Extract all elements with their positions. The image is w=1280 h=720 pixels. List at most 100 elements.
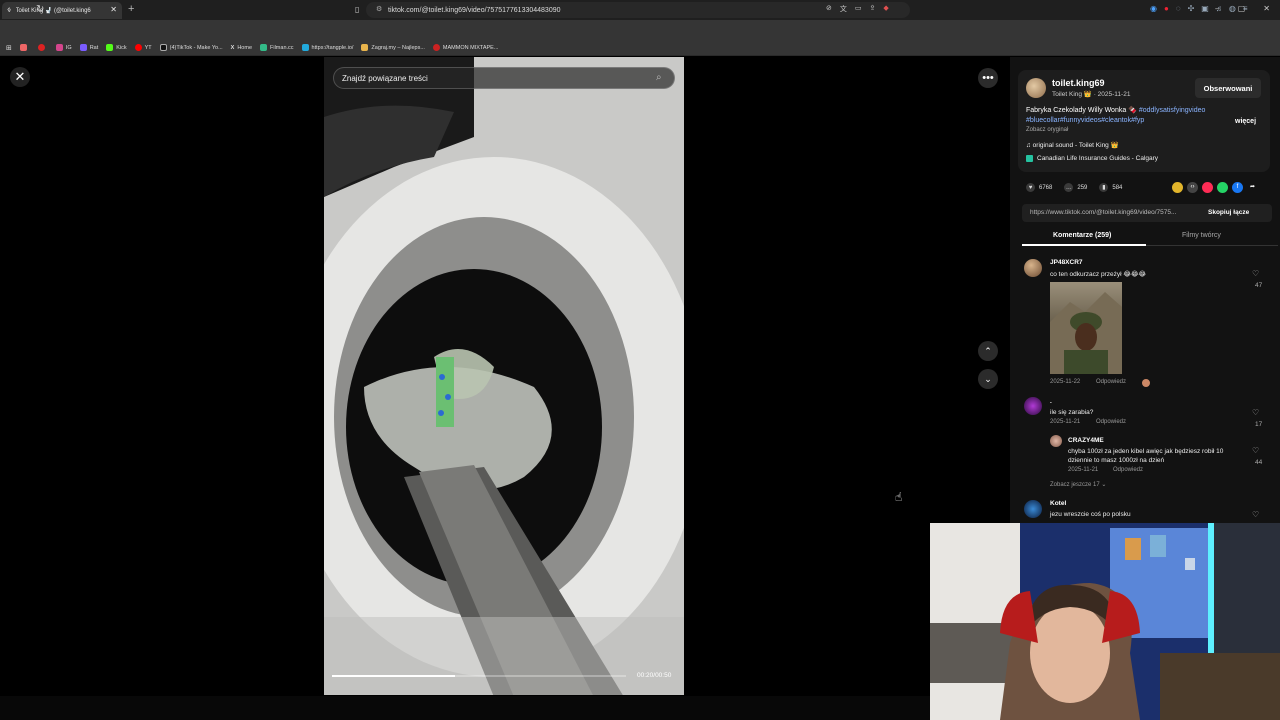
extension-icon[interactable]: ◌ xyxy=(1176,4,1181,13)
share-page-icon[interactable]: ⇪ xyxy=(870,4,876,14)
active-tab-indicator xyxy=(1022,244,1146,246)
creator-avatar[interactable] xyxy=(1026,78,1046,98)
video-progress-bar[interactable] xyxy=(332,675,626,677)
comment-date: 2025-11-21 xyxy=(1068,467,1099,473)
coin-icon[interactable] xyxy=(1172,182,1183,193)
whatsapp-icon[interactable] xyxy=(1217,182,1228,193)
more-dots-icon: ••• xyxy=(982,72,994,84)
site-info-icon[interactable]: ⚙ xyxy=(376,5,382,13)
bookmark-home[interactable]: X Home xyxy=(231,45,252,51)
record-icon[interactable]: ● xyxy=(1164,4,1169,13)
bookmark-filman[interactable]: Filman.cc xyxy=(260,44,294,51)
video-progress-fill xyxy=(332,675,456,677)
avatar[interactable] xyxy=(1024,259,1042,277)
avatar[interactable] xyxy=(1050,435,1062,447)
hashtag-link[interactable]: #bluecollar#funnyvideos#cleantok#fyp xyxy=(1026,117,1144,124)
reply-button[interactable]: Odpowiedz xyxy=(1096,419,1126,425)
heart-outline-icon[interactable]: ♡ xyxy=(1252,446,1259,455)
hashtag-link[interactable]: #oddlysatisfyingvideo xyxy=(1139,107,1206,114)
tab-creator-videos[interactable]: Filmy twórcy xyxy=(1182,232,1221,239)
wallet-icon[interactable]: ◍ xyxy=(1229,4,1236,13)
video-frame xyxy=(324,57,684,695)
browser-tab[interactable]: ♪ Toilet King 🚽 (@toilet.king6 ✕ xyxy=(2,2,122,19)
browser-nav-bar xyxy=(0,20,1280,40)
comment-date: 2025-11-21 xyxy=(1050,419,1081,425)
apps-icon[interactable]: ⊞ xyxy=(6,44,12,52)
more-description-link[interactable]: więcej xyxy=(1235,118,1256,125)
puzzle-icon[interactable]: ✣ xyxy=(1188,4,1195,13)
sidebar-icon[interactable]: ▣ xyxy=(1201,4,1209,13)
bookmark-page-icon[interactable]: ▯ xyxy=(355,5,359,14)
close-tab-icon[interactable]: ✕ xyxy=(110,5,117,14)
comment-gif-image[interactable] xyxy=(1050,282,1122,374)
copy-link-button[interactable]: Skopiuj łącze xyxy=(1208,209,1249,216)
comment-author[interactable]: . xyxy=(1050,398,1052,405)
bookmark-tiktok[interactable]: (4)TikTok - Make Yo... xyxy=(159,44,223,51)
share-arrow-icon[interactable]: ➦ xyxy=(1247,182,1258,193)
close-window-icon[interactable]: ✕ xyxy=(1263,4,1270,13)
extension-icon[interactable]: ◉ xyxy=(1150,4,1157,13)
comment-like-count: 47 xyxy=(1255,282,1263,289)
avatar[interactable] xyxy=(1024,397,1042,415)
bookmark-item[interactable] xyxy=(37,44,48,51)
tab-comments[interactable]: Komentarze (259) xyxy=(1053,232,1111,239)
previous-video-button[interactable]: ⌃ xyxy=(978,341,998,361)
heart-outline-icon[interactable]: ♡ xyxy=(1252,408,1259,417)
creator-liked-avatar xyxy=(1142,379,1150,387)
comment-author[interactable]: Kotel xyxy=(1050,500,1066,507)
comment-text: co ten odkurzacz przeżył 😂😂😂 xyxy=(1050,271,1147,278)
bookmark-rat[interactable]: Rat xyxy=(79,44,98,51)
video-player[interactable] xyxy=(324,57,684,695)
comment-text: jezu wreszcie coś po polsku xyxy=(1050,511,1131,518)
bookmark-zagraj[interactable]: Zagraj.my – Najleps... xyxy=(361,44,425,51)
heart-outline-icon[interactable]: ♡ xyxy=(1252,269,1259,278)
shield-extension-icon[interactable]: ◆ xyxy=(883,4,888,14)
facebook-icon[interactable]: f xyxy=(1232,182,1243,193)
embed-icon[interactable]: ‹› xyxy=(1187,182,1198,193)
pip-icon[interactable]: ▭ xyxy=(855,4,862,14)
bookmark-tangple[interactable]: https://tangple.io/ xyxy=(301,44,353,51)
comment-author[interactable]: CRAZY4ME xyxy=(1068,437,1104,444)
heart-outline-icon[interactable]: ♡ xyxy=(1252,510,1259,519)
new-tab-button[interactable]: + xyxy=(128,3,134,15)
creator-username[interactable]: toilet.king69 xyxy=(1052,78,1105,88)
search-icon[interactable]: ⌕ xyxy=(656,72,662,83)
following-button[interactable]: Obserwowani xyxy=(1195,78,1261,98)
bookmark-mammon[interactable]: MAMMON MIXTAPE... xyxy=(432,44,498,51)
forward-icon[interactable]: › xyxy=(22,4,25,15)
more-options-button[interactable]: ••• xyxy=(978,68,998,88)
bottom-bar xyxy=(0,696,930,720)
webcam-image xyxy=(930,523,1280,720)
reload-icon[interactable]: ↻ xyxy=(36,4,44,15)
chevron-down-icon: ⌄ xyxy=(984,373,992,384)
comment-text: ile się zarabia? xyxy=(1050,409,1094,416)
bookmark-kick[interactable]: Kick xyxy=(106,44,127,51)
bookmark-yt[interactable]: YT xyxy=(134,44,152,51)
see-more-replies-button[interactable]: Zobacz jeszcze 17 ⌄ xyxy=(1050,481,1106,488)
bookmark-item[interactable] xyxy=(19,44,30,51)
sound-link[interactable]: ♫ original sound - Toilet King 👑 xyxy=(1026,141,1119,149)
related-search-input[interactable]: Znajdź powiązane treści xyxy=(333,67,675,89)
bookmark-ig[interactable]: IG xyxy=(55,44,72,51)
location-link[interactable]: Canadian Life Insurance Guides - Calgary xyxy=(1026,155,1158,162)
bookmarks-bar: ⊞ IG Rat Kick YT (4)TikTok - Make Yo... … xyxy=(0,40,1280,56)
back-icon[interactable]: ‹ xyxy=(7,4,10,15)
avatar[interactable] xyxy=(1024,500,1042,518)
comment-button[interactable]: … 259 xyxy=(1064,183,1087,192)
no-camera-icon[interactable]: ⊘ xyxy=(826,4,832,14)
music-icon[interactable]: ♫ xyxy=(1216,4,1222,13)
engagement-stats: ♥ 6768 … 259 ▮ 584 xyxy=(1026,183,1122,192)
translate-icon[interactable]: 文 xyxy=(840,4,847,14)
close-viewer-button[interactable]: ✕ xyxy=(10,67,30,87)
repost-icon[interactable] xyxy=(1202,182,1213,193)
next-video-button[interactable]: ⌄ xyxy=(978,369,998,389)
see-original-link[interactable]: Zobacz oryginał xyxy=(1026,127,1068,133)
comment-like-count: 17 xyxy=(1255,421,1263,428)
webcam-overlay xyxy=(930,523,1280,720)
comment-author[interactable]: JP48XCR7 xyxy=(1050,259,1083,266)
menu-icon[interactable]: ≡ xyxy=(1243,4,1248,13)
like-button[interactable]: ♥ 6768 xyxy=(1026,183,1052,192)
save-button[interactable]: ▮ 584 xyxy=(1099,183,1122,192)
reply-button[interactable]: Odpowiedz xyxy=(1113,467,1143,473)
reply-button[interactable]: Odpowiedz xyxy=(1096,379,1126,385)
